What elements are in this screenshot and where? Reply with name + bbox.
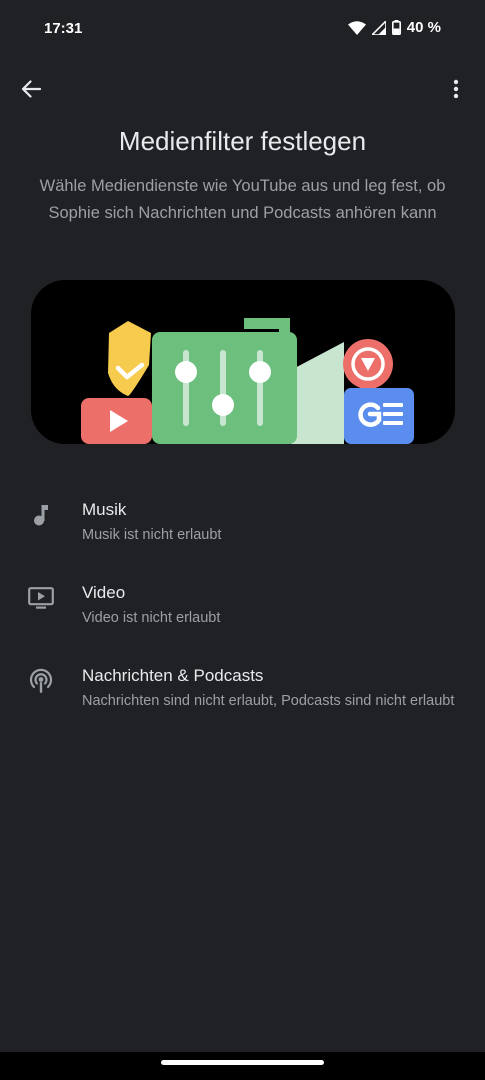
filter-status: Nachrichten sind nicht erlaubt, Podcasts… (82, 693, 455, 709)
media-filter-list: Musik Musik ist nicht erlaubt Video Vide… (0, 488, 485, 737)
battery-level: 40 % (406, 19, 441, 36)
filter-item-musik[interactable]: Musik Musik ist nicht erlaubt (0, 488, 485, 571)
status-bar: 17:31 40 % (0, 0, 485, 58)
more-options-button[interactable] (441, 76, 471, 106)
filter-title: Nachrichten & Podcasts (82, 666, 264, 685)
camera-lens-shape (291, 342, 344, 444)
home-gesture-handle[interactable] (161, 1060, 324, 1065)
podcast-icon (28, 668, 54, 694)
filter-status: Video ist nicht erlaubt (82, 610, 221, 626)
page-title: Medienfilter festlegen (118, 126, 367, 156)
tv-play-icon (28, 585, 54, 611)
app-bar (0, 66, 485, 114)
filter-title: Musik (82, 500, 127, 519)
badge-check-icon (108, 321, 151, 396)
back-button[interactable] (16, 76, 46, 106)
play-circle-icon (343, 339, 393, 389)
arrow-back-icon (21, 79, 42, 103)
hero-illustration (31, 280, 455, 444)
signal-icon (371, 20, 386, 35)
filter-status: Musik ist nicht erlaubt (82, 527, 222, 543)
equalizer-icon (152, 318, 297, 444)
filter-title: Video (82, 583, 126, 602)
status-icons: 40 % (347, 19, 441, 36)
filter-item-nachrichten-podcasts[interactable]: Nachrichten & Podcasts Nachrichten sind … (0, 654, 485, 737)
page-description: Wähle Mediendienste wie YouTube aus und … (39, 177, 446, 222)
filter-item-video[interactable]: Video Video ist nicht erlaubt (0, 571, 485, 654)
youtube-icon (81, 398, 152, 444)
more-vert-icon (453, 79, 459, 104)
google-news-icon (344, 388, 414, 444)
navigation-bar (0, 1052, 485, 1080)
battery-icon (391, 20, 401, 35)
music-note-icon (28, 502, 54, 528)
wifi-icon (347, 20, 366, 35)
status-time: 17:31 (44, 20, 83, 37)
